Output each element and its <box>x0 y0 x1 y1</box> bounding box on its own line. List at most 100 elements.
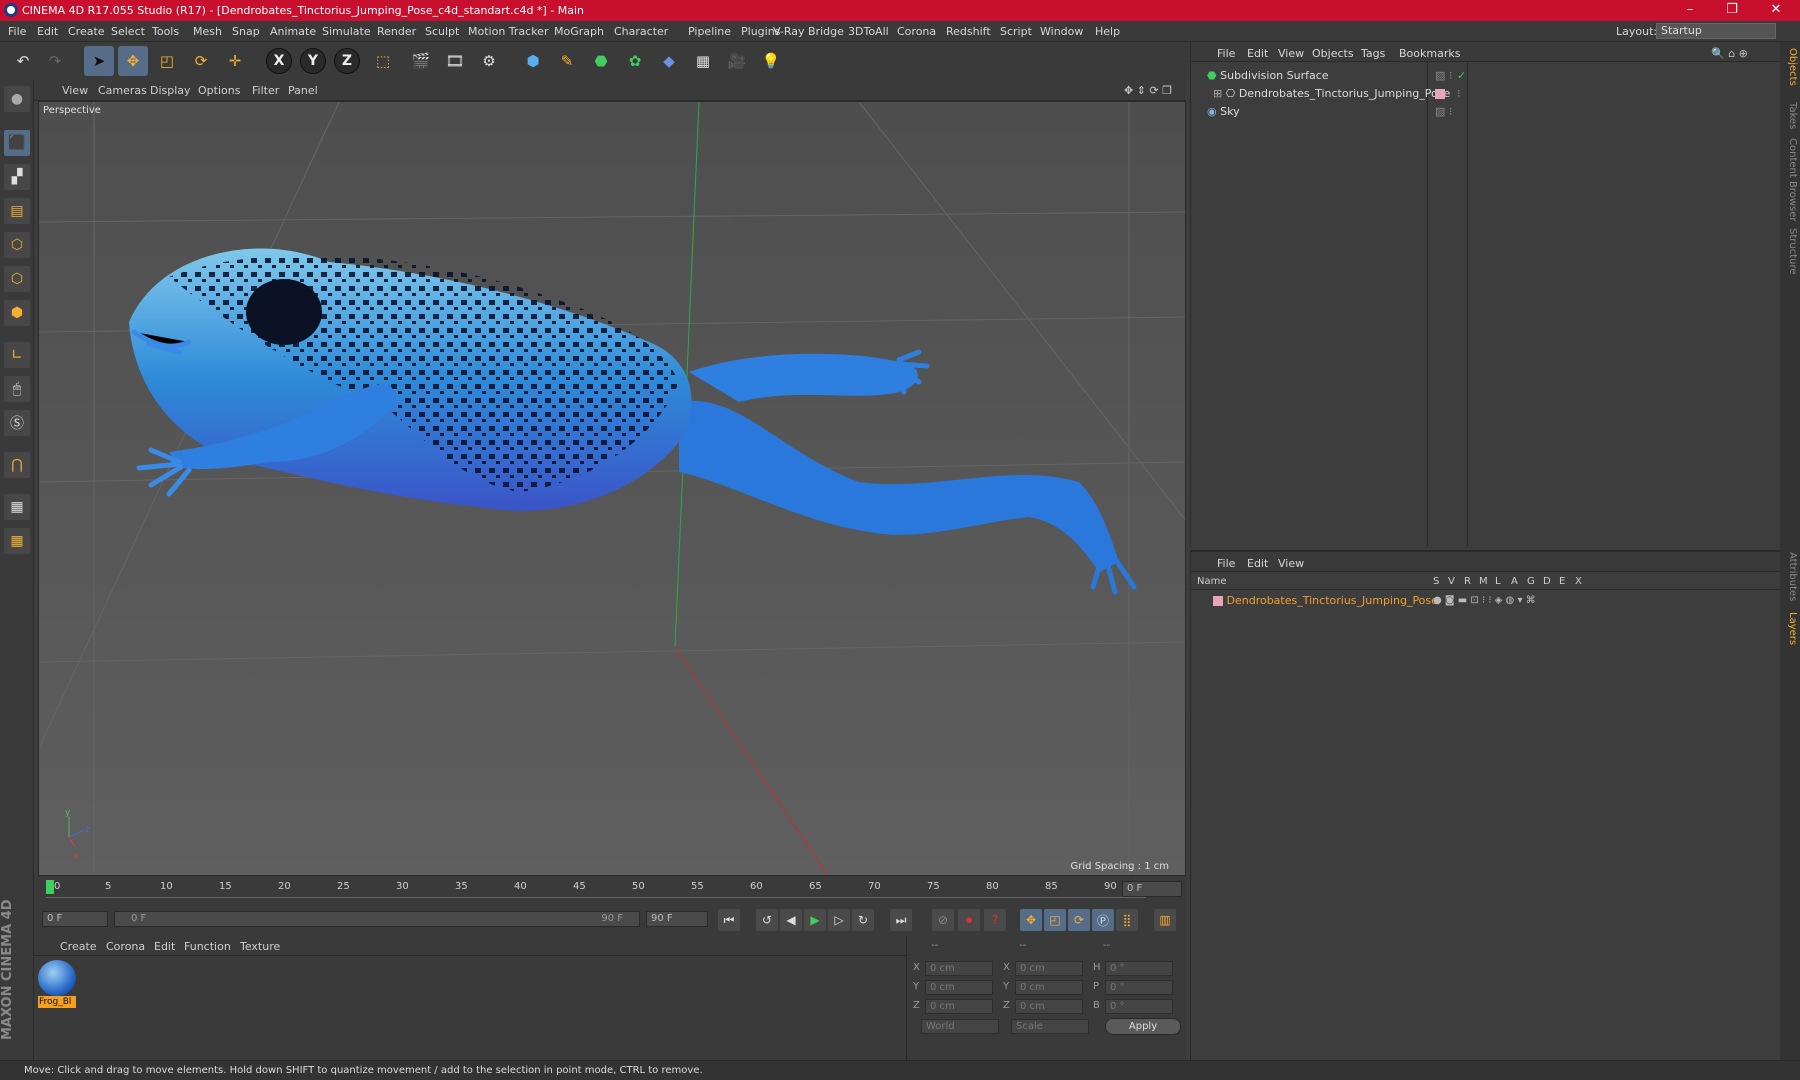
position-y-field[interactable]: 0 cm <box>925 980 993 995</box>
render-settings-icon[interactable]: ⚙ <box>474 46 504 76</box>
menu-animate[interactable]: Animate <box>270 25 316 38</box>
cube-icon[interactable]: ⬢ <box>518 46 548 76</box>
layer-toggle-icons[interactable]: ● ◙ ▬ ⊡ ⁝ ⁝ ◈ ◍ ▾ ⌘ <box>1433 592 1536 610</box>
layer-color-swatch[interactable] <box>1435 89 1445 99</box>
menu-pipeline[interactable]: Pipeline <box>688 25 731 38</box>
autokey-icon[interactable]: ? <box>984 909 1006 931</box>
om-menu-bookmarks[interactable]: Bookmarks <box>1399 47 1460 60</box>
menu-script[interactable]: Script <box>1000 25 1032 38</box>
om-menu-file[interactable]: File <box>1217 47 1235 60</box>
light-icon[interactable]: 💡 <box>756 46 786 76</box>
key-scale-icon[interactable]: ◰ <box>1044 909 1066 931</box>
rotate-icon[interactable]: ⟳ <box>186 46 216 76</box>
menu-mograph[interactable]: MoGraph <box>554 25 604 38</box>
object-row-sky[interactable]: ◉ Sky ▨ ⁝ <box>1195 103 1779 121</box>
play-icon[interactable]: ▶ <box>804 909 826 931</box>
viewport-menu-panel[interactable]: Panel <box>288 84 318 97</box>
menu-render[interactable]: Render <box>377 25 416 38</box>
lm-menu-view[interactable]: View <box>1278 557 1304 570</box>
scale-x-field[interactable]: 0 cm <box>1015 961 1083 976</box>
world-coord-icon[interactable]: ⬚ <box>368 46 398 76</box>
om-menu-edit[interactable]: Edit <box>1247 47 1268 60</box>
axis-y-button[interactable]: Y <box>300 48 326 74</box>
deformer-icon[interactable]: ◆ <box>654 46 684 76</box>
go-to-end-icon[interactable]: ⏭ <box>890 909 912 931</box>
layer-row[interactable]: Dendrobates_Tinctorius_Jumping_Pose ● ◙ … <box>1195 592 1779 610</box>
snap-magnet-icon[interactable]: ⋂ <box>4 452 30 478</box>
menu-3dtoall[interactable]: 3DToAll <box>848 25 889 38</box>
render-view-icon[interactable]: 🎬 <box>406 46 436 76</box>
menu-edit[interactable]: Edit <box>37 25 58 38</box>
record-icon[interactable]: ⏺ <box>958 909 980 931</box>
move-live-icon[interactable]: ✛ <box>220 46 250 76</box>
material-menu-corona[interactable]: Corona <box>106 940 145 953</box>
menu-create[interactable]: Create <box>68 25 105 38</box>
visibility-dots-icon[interactable]: ▨ ⁝ <box>1435 67 1452 85</box>
model-mode-icon[interactable]: ⬛ <box>4 130 30 156</box>
menu-vray-bridge[interactable]: V-Ray Bridge <box>773 25 844 38</box>
solo-icon[interactable]: Ⓢ <box>4 410 30 436</box>
lock-workplane-icon[interactable]: ▦ <box>4 494 30 520</box>
close-button[interactable]: ✕ <box>1756 0 1796 21</box>
tab-structure[interactable]: Structure <box>1782 228 1798 275</box>
material-menu-edit[interactable]: Edit <box>154 940 175 953</box>
polygons-mode-icon[interactable]: ⬢ <box>4 300 30 326</box>
start-frame-field[interactable]: 0 F <box>42 911 108 927</box>
visibility-dots-icon[interactable]: ▨ ⁝ <box>1435 103 1452 121</box>
menu-redshift[interactable]: Redshift <box>946 25 991 38</box>
rotation-h-field[interactable]: 0 ° <box>1105 961 1173 976</box>
spline-pen-icon[interactable]: ✎ <box>552 46 582 76</box>
tab-takes[interactable]: Takes <box>1782 102 1798 129</box>
tab-content-browser[interactable]: Content Browser <box>1782 138 1798 221</box>
keyframe-icon[interactable]: ⊘ <box>932 909 954 931</box>
enabled-check-icon[interactable]: ✓ <box>1457 67 1466 85</box>
timeline-playhead[interactable] <box>46 880 54 894</box>
layer-color-swatch[interactable] <box>1213 596 1223 606</box>
layout-select[interactable]: Startup <box>1656 23 1776 39</box>
tab-attributes[interactable]: Attributes <box>1782 552 1798 601</box>
om-menu-view[interactable]: View <box>1278 47 1304 60</box>
axis-x-button[interactable]: X <box>266 48 292 74</box>
timeline[interactable]: 0 5 10 15 20 25 30 35 40 45 50 55 60 65 … <box>34 876 1186 902</box>
next-frame-icon[interactable]: ▷ <box>828 909 850 931</box>
frame-range-slider[interactable]: 0 F 90 F <box>114 911 640 927</box>
edges-mode-icon[interactable]: ⬡ <box>4 266 30 292</box>
go-to-start-icon[interactable]: ⏮ <box>718 909 740 931</box>
om-menu-tags[interactable]: Tags <box>1361 47 1385 60</box>
menu-tools[interactable]: Tools <box>152 25 179 38</box>
menu-simulate[interactable]: Simulate <box>322 25 371 38</box>
render-picture-viewer-icon[interactable]: 🎞 <box>440 46 470 76</box>
viewport-menu-cameras[interactable]: Cameras <box>98 84 147 97</box>
camera-icon[interactable]: 🎥 <box>722 46 752 76</box>
previous-key-icon[interactable]: ↺ <box>756 909 778 931</box>
menu-motion-tracker[interactable]: Motion Tracker <box>468 25 548 38</box>
tab-layers[interactable]: Layers <box>1782 612 1798 645</box>
key-rotation-icon[interactable]: ⟳ <box>1068 909 1090 931</box>
sphere-mode-icon[interactable]: ● <box>4 86 30 112</box>
layer-name[interactable]: Dendrobates_Tinctorius_Jumping_Pose <box>1227 594 1438 607</box>
minimize-button[interactable]: – <box>1670 0 1710 21</box>
end-frame-field[interactable]: 90 F <box>646 911 708 927</box>
rotation-p-field[interactable]: 0 ° <box>1105 980 1173 995</box>
coord-system-select[interactable]: World <box>921 1019 999 1034</box>
select-cursor-icon[interactable]: ➤ <box>84 46 114 76</box>
rotation-b-field[interactable]: 0 ° <box>1105 999 1173 1014</box>
previous-frame-icon[interactable]: ◀ <box>780 909 802 931</box>
floor-icon[interactable]: ▦ <box>688 46 718 76</box>
material-menu-texture[interactable]: Texture <box>240 940 280 953</box>
undo-icon[interactable]: ↶ <box>8 46 38 76</box>
viewport-3d[interactable]: y z x Perspective Grid Spacing : 1 cm <box>38 101 1186 876</box>
object-row-subdivision[interactable]: ⬣ Subdivision Surface ▨ ⁝ ✓ <box>1195 67 1779 85</box>
tab-objects[interactable]: Objects <box>1782 48 1798 86</box>
material-menu-create[interactable]: Create <box>60 940 97 953</box>
subdivision-icon[interactable]: ⬣ <box>586 46 616 76</box>
menu-character[interactable]: Character <box>614 25 668 38</box>
scale-y-field[interactable]: 0 cm <box>1015 980 1083 995</box>
key-position-icon[interactable]: ✥ <box>1020 909 1042 931</box>
texture-mode-icon[interactable]: ▞ <box>4 164 30 190</box>
mograph-cloner-icon[interactable]: ✿ <box>620 46 650 76</box>
timeline-window-icon[interactable]: ▥ <box>1154 909 1176 931</box>
viewport-menu-display[interactable]: Display <box>150 84 191 97</box>
redo-icon[interactable]: ↷ <box>40 46 70 76</box>
position-x-field[interactable]: 0 cm <box>925 961 993 976</box>
